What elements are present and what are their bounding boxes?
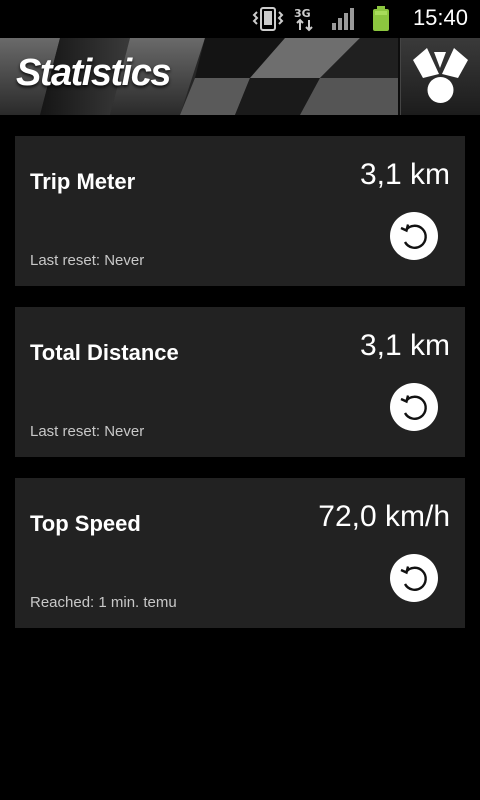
reset-trip-meter-button[interactable]: [390, 212, 438, 260]
card-title: Trip Meter: [30, 169, 136, 194]
top-speed-card: Top Speed 72,0 km/h Reached: 1 min. temu: [15, 478, 465, 628]
card-title: Total Distance: [30, 340, 179, 365]
page-title: Statistics: [16, 52, 171, 94]
reset-icon: [400, 566, 427, 591]
vibrate-icon: [252, 7, 284, 31]
3g-data-icon: 3G: [294, 7, 313, 32]
clock: 15:40: [412, 5, 468, 30]
reset-icon: [400, 224, 427, 249]
reset-top-speed-button[interactable]: [390, 554, 438, 602]
status-bar: 3G 15:40: [0, 0, 480, 38]
app-logo-button[interactable]: [401, 38, 480, 115]
action-bar: Statistics: [0, 38, 480, 115]
total-distance-card: Total Distance 3,1 km Last reset: Never: [15, 307, 465, 457]
card-subtitle: Last reset: Never: [30, 252, 145, 269]
app-logo-icon: [413, 48, 468, 103]
battery-icon: [373, 6, 389, 31]
svg-text:3G: 3G: [294, 7, 311, 20]
card-value: 3,1 km: [359, 158, 450, 191]
card-value: 3,1 km: [359, 329, 450, 362]
signal-icon: [332, 8, 354, 30]
card-subtitle: Last reset: Never: [30, 423, 145, 440]
card-title: Top Speed: [30, 511, 141, 536]
reset-icon: [400, 395, 427, 420]
reset-total-distance-button[interactable]: [390, 383, 438, 431]
card-subtitle: Reached: 1 min. temu: [30, 594, 177, 611]
card-value: 72,0 km/h: [318, 500, 450, 533]
trip-meter-card: Trip Meter 3,1 km Last reset: Never: [15, 136, 465, 286]
